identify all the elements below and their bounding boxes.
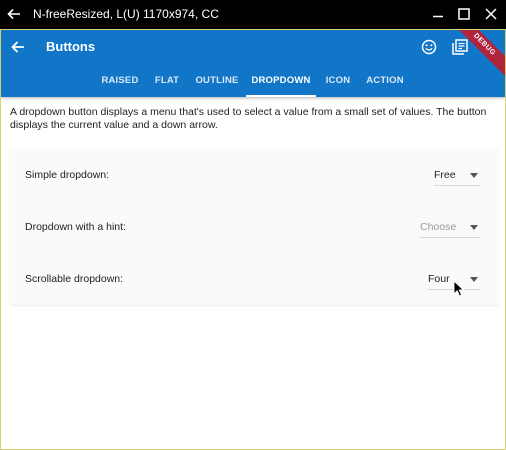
dropdown-hint: Choose: [420, 221, 457, 233]
row-label: Scrollable dropdown:: [25, 273, 124, 285]
dropdown-row-simple: Simple dropdown: Free: [10, 149, 498, 201]
emoji-icon[interactable]: [420, 38, 438, 56]
tab-label: FLAT: [154, 75, 180, 86]
tab-raised[interactable]: RAISED: [94, 68, 146, 97]
back-arrow-icon[interactable]: [10, 39, 26, 55]
mouse-cursor-icon: [453, 280, 465, 297]
tab-dropdown[interactable]: DROPDOWN: [246, 68, 316, 97]
dropdown-row-hint: Dropdown with a hint: Choose: [10, 201, 498, 253]
dropdown-arrow-icon: [470, 225, 478, 230]
app-frame: Buttons DEBUG RAISED FLAT OUTLINE DROPDO: [0, 29, 506, 450]
dropdown-value: Free: [434, 169, 456, 181]
row-label: Dropdown with a hint:: [25, 221, 126, 233]
description-text: A dropdown button displays a menu that's…: [10, 106, 487, 131]
app-bar: Buttons DEBUG RAISED FLAT OUTLINE DROPDO: [1, 30, 505, 97]
dropdown-row-scrollable: Scrollable dropdown: Four: [10, 253, 498, 305]
tab-flat[interactable]: FLAT: [148, 68, 186, 97]
tab-bar: RAISED FLAT OUTLINE DROPDOWN ICON ACTION: [1, 68, 505, 97]
row-label: Simple dropdown:: [25, 169, 110, 181]
hint-dropdown[interactable]: Choose: [420, 215, 480, 238]
tab-label: DROPDOWN: [251, 75, 311, 86]
tab-label: RAISED: [101, 75, 139, 86]
tab-label: ACTION: [366, 75, 404, 86]
dropdown-arrow-icon: [470, 173, 478, 178]
minimize-icon[interactable]: [431, 7, 445, 21]
dropdown-arrow-icon: [470, 277, 478, 282]
tab-icon[interactable]: ICON: [321, 68, 355, 97]
close-icon[interactable]: [484, 7, 498, 21]
page-title: Buttons: [46, 39, 96, 54]
maximize-icon[interactable]: [457, 7, 471, 21]
back-arrow-icon[interactable]: [6, 6, 22, 22]
dropdown-value: Four: [428, 273, 450, 285]
window-titlebar: N-freeResized, L(U) 1170x974, CC: [0, 0, 506, 29]
tab-label: OUTLINE: [195, 75, 239, 86]
tab-action[interactable]: ACTION: [362, 68, 408, 97]
library-books-icon[interactable]: [451, 38, 469, 56]
tab-label: ICON: [325, 75, 351, 86]
tab-indicator: [246, 95, 316, 97]
simple-dropdown[interactable]: Free: [434, 163, 480, 186]
tab-outline[interactable]: OUTLINE: [191, 68, 243, 97]
window-title: N-freeResized, L(U) 1170x974, CC: [33, 7, 219, 21]
